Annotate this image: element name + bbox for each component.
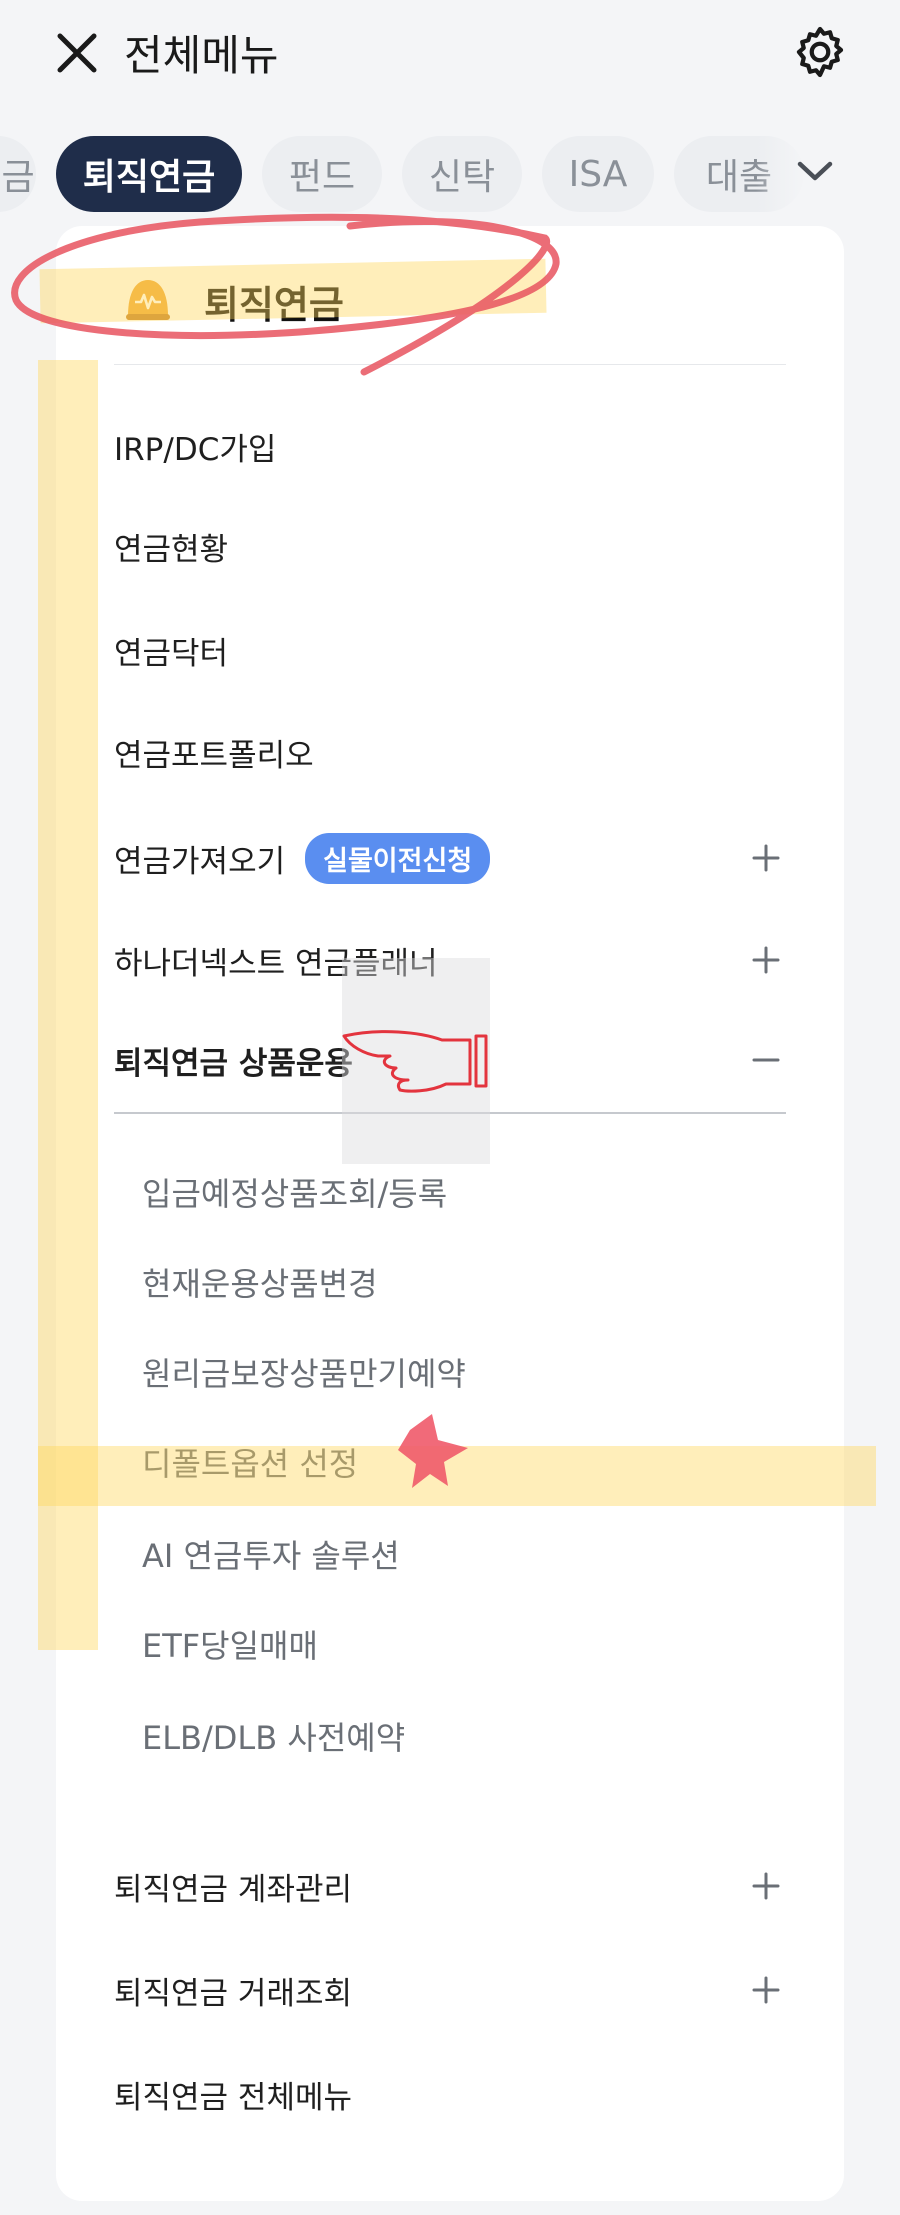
submenu-item[interactable]: 원리금보장상품만기예약 [142,1342,782,1402]
tab-isa[interactable]: ISA [542,136,654,212]
menu-item-pension-status[interactable]: 연금현황 [114,516,786,576]
gear-icon[interactable] [790,22,850,82]
submenu-item[interactable]: 현재운용상품변경 [142,1252,782,1312]
highlight-default-option [38,1446,876,1506]
plus-icon[interactable] [746,838,786,878]
submenu-item[interactable]: AI 연금투자 솔루션 [142,1524,782,1584]
tab-fund[interactable]: 펀드 [262,136,382,212]
menu-item-pension-portfolio[interactable]: 연금포트폴리오 [114,722,786,782]
tab-retirement-pension[interactable]: 퇴직연금 [56,136,242,212]
header: 전체메뉴 [0,0,900,110]
annotation-box [342,958,490,1164]
submenu-item[interactable]: ETF당일매매 [142,1614,782,1674]
tab-trust[interactable]: 신탁 [402,136,522,212]
page-title: 전체메뉴 [124,31,279,80]
highlight-section-title [39,258,547,324]
menu-item-irp-dc[interactable]: IRP/DC가입 [114,416,786,476]
submenu-item[interactable]: 입금예정상품조회/등록 [142,1162,782,1222]
minus-icon[interactable] [746,1040,786,1080]
menu-item-all-pension-menu[interactable]: 퇴직연금 전체메뉴 [114,2064,786,2124]
menu-item-pension-doctor[interactable]: 연금닥터 [114,620,786,680]
category-tabs: 금 퇴직연금 펀드 신탁 ISA 대출 [0,132,900,218]
submenu-item[interactable]: ELB/DLB 사전예약 [142,1706,782,1766]
menu-item-pension-import[interactable]: 연금가져오기 실물이전신청 [114,828,786,888]
menu-item-transaction-inquiry[interactable]: 퇴직연금 거래조회 [114,1960,786,2020]
tab-partial-left[interactable]: 금 [0,136,36,212]
chevron-down-icon[interactable] [790,146,840,196]
plus-icon[interactable] [746,1970,786,2010]
divider [114,364,786,365]
plus-icon[interactable] [746,1866,786,1906]
close-icon[interactable] [52,28,102,78]
transfer-request-badge[interactable]: 실물이전신청 [305,832,491,884]
menu-item-account-management[interactable]: 퇴직연금 계좌관리 [114,1856,786,1916]
plus-icon[interactable] [746,940,786,980]
